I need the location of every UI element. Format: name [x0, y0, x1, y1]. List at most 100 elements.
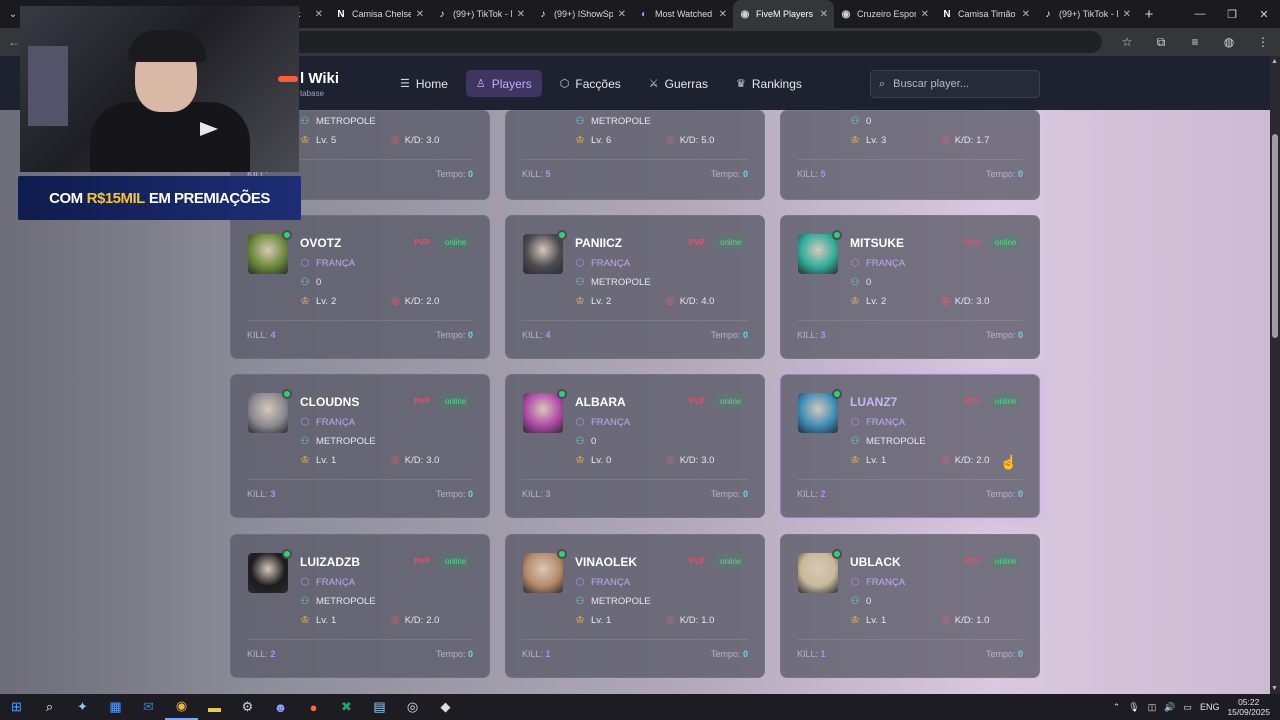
player-avatar[interactable]	[248, 393, 288, 433]
browser-tab[interactable]: ◐ Most Watched ✕	[632, 0, 733, 28]
close-tab-icon[interactable]: ✕	[921, 9, 929, 20]
excel-icon[interactable]: ✖	[330, 694, 363, 720]
player-avatar[interactable]	[523, 234, 563, 274]
browser-tab[interactable]: N Camisa Chelsea ✕	[329, 0, 430, 28]
nav-players[interactable]: ♙ Players	[465, 70, 542, 97]
player-avatar[interactable]	[248, 553, 288, 593]
media-controls-icon[interactable]: ≡	[1178, 35, 1212, 49]
player-card[interactable]: LUANZ7 PVP online ⬡ FRANÇA ⚇ METROPOLE ♔ Lv.…	[780, 374, 1040, 518]
player-avatar[interactable]	[523, 553, 563, 593]
nav-faces[interactable]: ⬡ Facções	[550, 70, 631, 97]
extensions-icon[interactable]: ⧉	[1144, 35, 1178, 50]
new-tab-button[interactable]: +	[1137, 6, 1161, 23]
windows-start-icon[interactable]: ⊞	[0, 694, 33, 720]
player-faction[interactable]: ⬡ FRANÇA	[575, 417, 630, 428]
player-name[interactable]: PANIICZ	[575, 236, 622, 250]
copilot-icon[interactable]: ✦	[66, 694, 99, 720]
player-name[interactable]: VINAOLEK	[575, 555, 637, 569]
browser-tab[interactable]: N Camisa Timão ✕	[935, 0, 1036, 28]
store-icon[interactable]: ▦	[99, 694, 132, 720]
close-tab-icon[interactable]: ✕	[719, 9, 727, 20]
calculator-icon[interactable]: ▤	[363, 694, 396, 720]
player-faction[interactable]: ⬡ FRANÇA	[575, 258, 630, 269]
battery-icon[interactable]: ▭	[1183, 702, 1192, 713]
player-faction[interactable]: ⬡ FRANÇA	[575, 577, 630, 588]
game-icon[interactable]: ●	[297, 694, 330, 720]
player-name[interactable]: ALBARA	[575, 395, 626, 409]
player-name[interactable]: OVOTZ	[300, 236, 341, 250]
browser-tab[interactable]: ♪ (99+) TikTok - M ✕	[1036, 0, 1137, 28]
menu-icon[interactable]: ⋮	[1246, 35, 1280, 49]
nav-guerras[interactable]: ⚔ Guerras	[639, 70, 718, 97]
browser-tab[interactable]: ♪ (99+) IShowSp ✕	[531, 0, 632, 28]
browser-tab[interactable]: ♪ (99+) TikTok - M ✕	[430, 0, 531, 28]
clock[interactable]: 05:22 15/09/2025	[1227, 697, 1270, 717]
player-avatar[interactable]	[248, 234, 288, 274]
network-icon[interactable]: ◫	[1148, 702, 1157, 713]
search-icon[interactable]: ⌕	[33, 694, 66, 720]
scrollbar-thumb[interactable]	[1272, 134, 1278, 338]
kill-value: 3	[270, 489, 276, 499]
app-icon[interactable]: ◆	[429, 694, 462, 720]
player-avatar[interactable]	[798, 553, 838, 593]
player-card[interactable]: UBLACK PVP online ⬡ FRANÇA ⚇ 0 ♔ Lv. 1 ◎ K/D: 1…	[780, 534, 1040, 678]
language-indicator[interactable]: ENG	[1200, 702, 1220, 712]
player-card[interactable]: ⚇ METROPOLE ♔ Lv. 6 ◎ K/D: 5.0 KILL: 5 Tempo:…	[505, 110, 765, 200]
chrome-icon[interactable]: ◉	[165, 694, 198, 720]
player-avatar[interactable]	[798, 234, 838, 274]
steam-icon[interactable]: ⚙	[231, 694, 264, 720]
player-faction[interactable]: ⬡ FRANÇA	[850, 417, 905, 428]
tray-chevron-icon[interactable]: ⌃	[1113, 702, 1121, 713]
browser-tab[interactable]: ◉ Cruzeiro Espor ✕	[834, 0, 935, 28]
close-tab-icon[interactable]: ✕	[517, 9, 525, 20]
player-card[interactable]: VINAOLEK PVP online ⬡ FRANÇA ⚇ METROPOLE ♔ L…	[505, 534, 765, 678]
player-name[interactable]: CLOUDNS	[300, 395, 359, 409]
kd-prefix: K/D:	[954, 296, 974, 307]
close-tab-icon[interactable]: ✕	[1022, 9, 1030, 20]
scroll-up-icon[interactable]: ▲	[1271, 58, 1278, 65]
close-window-button[interactable]: ✕	[1248, 8, 1280, 21]
card-divider	[797, 639, 1023, 640]
browser-tab[interactable]: ◉ FiveM Players W ✕	[733, 0, 834, 28]
minimize-button[interactable]: —	[1184, 8, 1216, 21]
player-faction[interactable]: ⬡ FRANÇA	[850, 577, 905, 588]
player-avatar[interactable]	[798, 393, 838, 433]
bookmark-star-icon[interactable]: ☆	[1110, 35, 1144, 49]
close-tab-icon[interactable]: ✕	[1123, 9, 1131, 20]
player-name[interactable]: MITSUKE	[850, 236, 904, 250]
player-avatar[interactable]	[523, 393, 563, 433]
player-faction[interactable]: ⬡ FRANÇA	[850, 258, 905, 269]
scroll-down-icon[interactable]: ▼	[1271, 685, 1278, 692]
player-card[interactable]: ⚇ 0 ♔ Lv. 3 ◎ K/D: 1.7 KILL: 5 Tempo: 0	[780, 110, 1040, 200]
page-scrollbar[interactable]: ▲ ▼	[1270, 56, 1280, 694]
volume-icon[interactable]: 🔊	[1164, 702, 1175, 713]
search-input[interactable]	[893, 78, 1024, 90]
site-logo[interactable]: l Wiki	[300, 70, 339, 87]
player-card[interactable]: MITSUKE PVP online ⬡ FRANÇA ⚇ 0 ♔ Lv. 2 ◎ K/D:…	[780, 215, 1040, 359]
player-card[interactable]: ALBARA PVP online ⬡ FRANÇA ⚇ 0 ♔ Lv. 0 ◎ K/D: 3…	[505, 374, 765, 518]
player-name[interactable]: LUANZ7	[850, 395, 897, 409]
maximize-button[interactable]: ❐	[1216, 8, 1248, 21]
player-faction[interactable]: ⬡ FRANÇA	[300, 417, 355, 428]
close-tab-icon[interactable]: ✕	[618, 9, 626, 20]
tab-title: Most Watched	[655, 9, 713, 19]
close-tab-icon[interactable]: ✕	[416, 9, 424, 20]
player-card[interactable]: PANIICZ PVP online ⬡ FRANÇA ⚇ METROPOLE ♔ Lv…	[505, 215, 765, 359]
mic-icon[interactable]: 🎙	[1128, 702, 1139, 713]
player-card[interactable]: LUIZADZB PVP online ⬡ FRANÇA ⚇ METROPOLE ♔ L…	[230, 534, 490, 678]
close-tab-icon[interactable]: ✕	[820, 9, 828, 20]
outlook-icon[interactable]: ✉	[132, 694, 165, 720]
player-name[interactable]: LUIZADZB	[300, 555, 360, 569]
nav-rankings[interactable]: ♛ Rankings	[726, 70, 812, 97]
player-card[interactable]: OVOTZ PVP online ⬡ FRANÇA ⚇ 0 ♔ Lv. 2 ◎ K/D: 2.…	[230, 215, 490, 359]
close-tab-icon[interactable]: ✕	[315, 9, 323, 20]
player-faction[interactable]: ⬡ FRANÇA	[300, 258, 355, 269]
profile-icon[interactable]: ◍	[1212, 35, 1246, 49]
player-card[interactable]: CLOUDNS PVP online ⬡ FRANÇA ⚇ METROPOLE ♔ Lv…	[230, 374, 490, 518]
player-faction[interactable]: ⬡ FRANÇA	[300, 577, 355, 588]
obs-icon[interactable]: ◎	[396, 694, 429, 720]
nav-home[interactable]: ☰ Home	[390, 70, 458, 97]
file-explorer-icon[interactable]: ▬	[198, 694, 231, 720]
discord-icon[interactable]: ☻	[264, 694, 297, 720]
player-name[interactable]: UBLACK	[850, 555, 901, 569]
